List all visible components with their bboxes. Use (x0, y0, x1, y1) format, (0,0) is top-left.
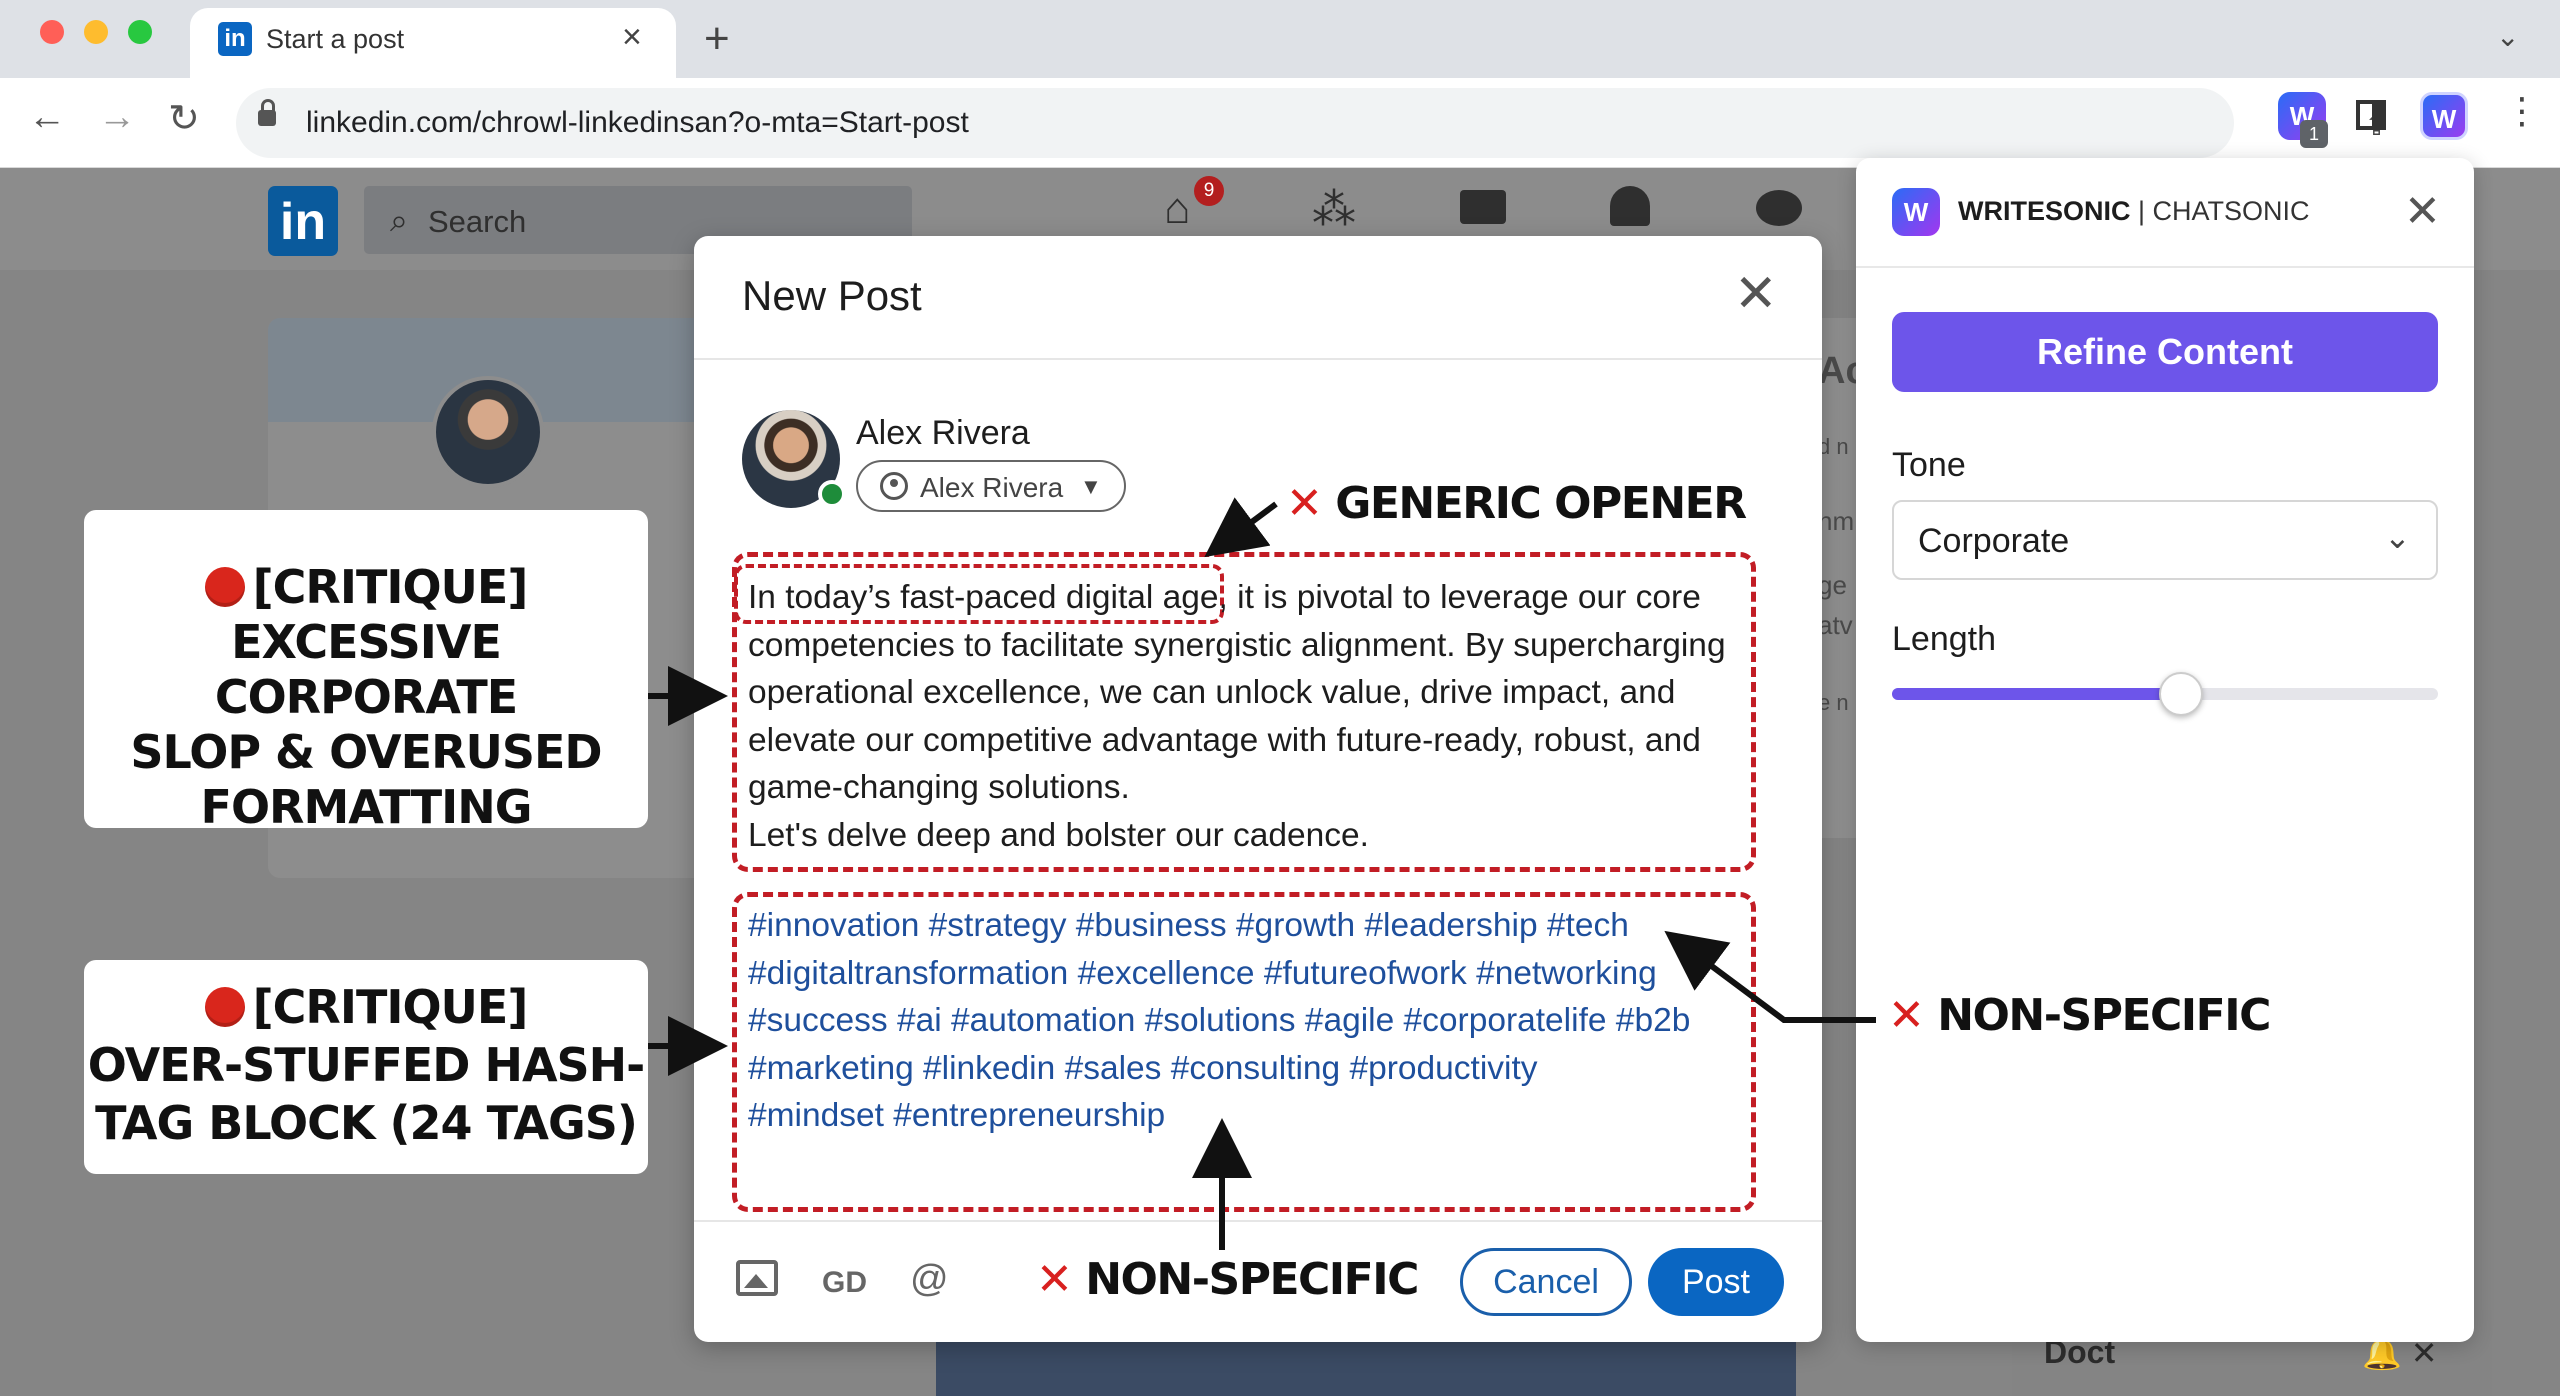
arrow-non-specific-right (1664, 930, 1876, 1023)
annotation-arrows (648, 497, 1876, 1250)
arrow-opener (1204, 497, 1278, 558)
